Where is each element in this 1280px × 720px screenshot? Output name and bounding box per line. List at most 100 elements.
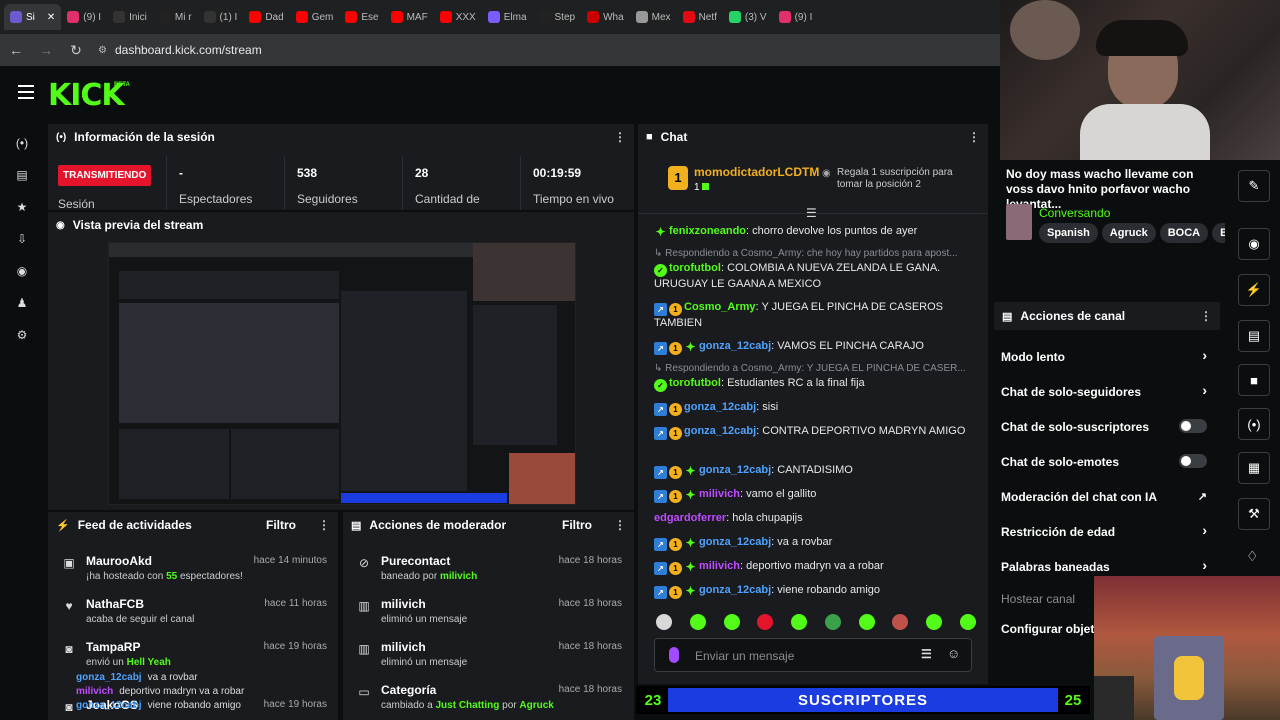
upload-icon[interactable]: ⇩ <box>13 230 31 248</box>
wrench-icon[interactable]: ⚒ <box>1238 498 1270 530</box>
chat-username[interactable]: edgardoferrer <box>654 512 726 524</box>
chat-username[interactable]: milivich <box>699 488 740 500</box>
chat-bubble-icon[interactable]: ■ <box>1238 364 1270 396</box>
chat-reply-context[interactable]: ↳ Respondiendo a Cosmo_Army: Y JUEGA EL … <box>654 363 974 374</box>
chat-username[interactable]: gonza_12cabj <box>699 464 771 476</box>
browser-tab[interactable]: Netf <box>677 4 723 30</box>
trophy-icon[interactable]: ★ <box>13 198 31 216</box>
channel-action-0[interactable]: Modo lento › <box>1001 347 1213 364</box>
chat-input[interactable]: Enviar un mensaje ☰ ☺ <box>654 638 972 672</box>
tag[interactable]: BOCA <box>1159 223 1209 243</box>
menu-icon[interactable] <box>18 85 34 99</box>
kebab-menu-icon[interactable]: ⋮ <box>614 130 626 144</box>
chat-username[interactable]: gonza_12cabj <box>699 584 771 596</box>
chat-username[interactable]: gonza_12cabj <box>684 425 756 437</box>
chat-message[interactable]: ↗ 1 ✦ gonza_12cabj: va a rovbar <box>654 535 974 551</box>
browser-tab[interactable]: Dad <box>243 4 289 30</box>
chat-message[interactable]: ↗ 1 ✦ gonza_12cabj: viene robando amigo <box>654 583 974 599</box>
browser-tab[interactable]: Mex <box>630 4 677 30</box>
item-name[interactable]: Purecontact <box>381 554 450 568</box>
channel-action-2[interactable]: Chat de solo-suscriptores <box>1001 419 1213 434</box>
channel-action-1[interactable]: Chat de solo-seguidores › <box>1001 382 1213 399</box>
chat-message[interactable]: ↗ 1 gonza_12cabj: sisi <box>654 400 974 416</box>
browser-tab[interactable]: Gem <box>290 4 340 30</box>
channel-action-6[interactable]: Palabras baneadas › <box>1001 557 1213 574</box>
target-icon[interactable]: ◉ <box>1238 228 1270 260</box>
browser-tab[interactable]: Step <box>533 4 582 30</box>
tag[interactable]: BC <box>1212 223 1225 243</box>
item-name[interactable]: NathaFCB <box>86 597 144 611</box>
share-icon[interactable]: ♢ <box>1246 548 1259 565</box>
chat-username[interactable]: gonza_12cabj <box>684 401 756 413</box>
browser-tab[interactable]: Ese <box>339 4 384 30</box>
pinned-sub-leader[interactable]: 1 momodictadorLCDTM 1 ◉ Regala 1 suscrip… <box>638 154 988 214</box>
browser-tab[interactable]: MAF <box>385 4 434 30</box>
emote-green-icon[interactable] <box>689 614 706 630</box>
chat-username[interactable]: gonza_12cabj <box>699 340 771 352</box>
chat-message[interactable]: ✓ torofutbol: Estudiantes RC a la final f… <box>654 376 974 392</box>
bolt-icon[interactable]: ⚡ <box>1238 274 1270 306</box>
emote-red-icon[interactable] <box>892 614 909 630</box>
stream-category[interactable]: Conversando <box>1039 206 1110 220</box>
kebab-menu-icon[interactable]: ⋮ <box>318 518 330 532</box>
browser-tab[interactable]: (9) I <box>61 4 107 30</box>
channel-action-3[interactable]: Chat de solo-emotes <box>1001 454 1213 469</box>
emote-green-icon[interactable] <box>959 614 976 630</box>
channel-action-5[interactable]: Restricción de edad › <box>1001 522 1213 539</box>
url-field[interactable]: ⚙ dashboard.kick.com/stream <box>98 43 262 57</box>
chat-username[interactable]: torofutbol <box>669 377 721 389</box>
emoji-icon[interactable]: ☺ <box>947 646 960 661</box>
emote-green-icon[interactable] <box>824 614 841 630</box>
emote-green-icon[interactable] <box>723 614 740 630</box>
chat-message[interactable]: ↗ 1 ✦ milivich: vamo el gallito <box>654 487 974 503</box>
analytics-icon[interactable]: ▤ <box>13 166 31 184</box>
browser-tab[interactable]: (9) I <box>773 4 819 30</box>
browser-tab[interactable]: (1) I <box>198 4 244 30</box>
tag[interactable]: Spanish <box>1039 223 1098 243</box>
shield-icon[interactable]: ◉ <box>13 262 31 280</box>
emote-green-icon[interactable] <box>858 614 875 630</box>
stream-preview-video[interactable] <box>108 242 576 505</box>
category-thumbnail[interactable] <box>1006 204 1032 240</box>
browser-tab[interactable]: Si ✕ <box>4 4 62 30</box>
tag[interactable]: Agruck <box>1101 223 1156 243</box>
gear-icon[interactable]: ⚙ <box>13 326 31 344</box>
item-name[interactable]: Categoría <box>381 683 436 697</box>
browser-tab[interactable]: Wha <box>581 4 630 30</box>
browser-tab[interactable]: Mi r <box>153 4 198 30</box>
chat-message[interactable]: ✦ fenixzoneando: chorro devolve los punto… <box>654 224 974 239</box>
chat-username[interactable]: gonza_12cabj <box>699 536 771 548</box>
browser-tab[interactable]: Elma <box>482 4 533 30</box>
forward-arrow-icon[interactable]: → <box>38 42 54 58</box>
edit-icon[interactable]: ✎ <box>1238 170 1270 202</box>
kebab-menu-icon[interactable]: ⋮ <box>614 518 626 532</box>
chat-message[interactable]: edgardoferrer: hola chupapijs <box>654 511 974 526</box>
tab-close-icon[interactable]: ✕ <box>47 12 55 23</box>
mic-icon[interactable] <box>669 647 679 663</box>
emote-skull-icon[interactable] <box>656 614 672 630</box>
chat-username[interactable]: torofutbol <box>669 262 721 274</box>
channel-action-4[interactable]: Moderación del chat con IA ↗ <box>1001 490 1213 504</box>
item-name[interactable]: TampaRP <box>86 640 140 654</box>
broadcast-icon[interactable]: (•) <box>13 134 31 152</box>
mod-filter-button[interactable]: Filtro <box>562 518 592 532</box>
toggle-switch[interactable] <box>1179 454 1207 468</box>
chat-username[interactable]: fenixzoneando <box>669 225 746 237</box>
feed-filter-button[interactable]: Filtro <box>266 518 296 532</box>
kick-logo[interactable]: KICK <box>48 78 125 113</box>
pinned-username[interactable]: momodictadorLCDTM <box>694 165 819 179</box>
translate-icon[interactable]: ☰ <box>921 647 932 661</box>
chat-message[interactable]: ↗ 1 ✦ gonza_12cabj: CANTADISIMO <box>654 463 974 479</box>
chat-reply-context[interactable]: ↳ Respondiendo a Cosmo_Army: che hoy hay… <box>654 248 974 259</box>
kebab-menu-icon[interactable]: ⋮ <box>968 130 980 144</box>
toggle-switch[interactable] <box>1179 419 1207 433</box>
chat-message[interactable]: ✓ torofutbol: COLOMBIA A NUEVA ZELANDA LE… <box>654 261 974 292</box>
emote-red-icon[interactable] <box>757 614 774 630</box>
item-name[interactable]: milivich <box>381 597 426 611</box>
browser-tab[interactable]: XXX <box>434 4 482 30</box>
back-arrow-icon[interactable]: ← <box>8 42 24 58</box>
chat-message[interactable]: ↗ 1 ✦ gonza_12cabj: VAMOS EL PINCHA CARAJO <box>654 339 974 355</box>
community-icon[interactable]: ♟ <box>13 294 31 312</box>
kebab-menu-icon[interactable]: ⋮ <box>1200 309 1212 323</box>
item-name[interactable]: milivich <box>381 640 426 654</box>
